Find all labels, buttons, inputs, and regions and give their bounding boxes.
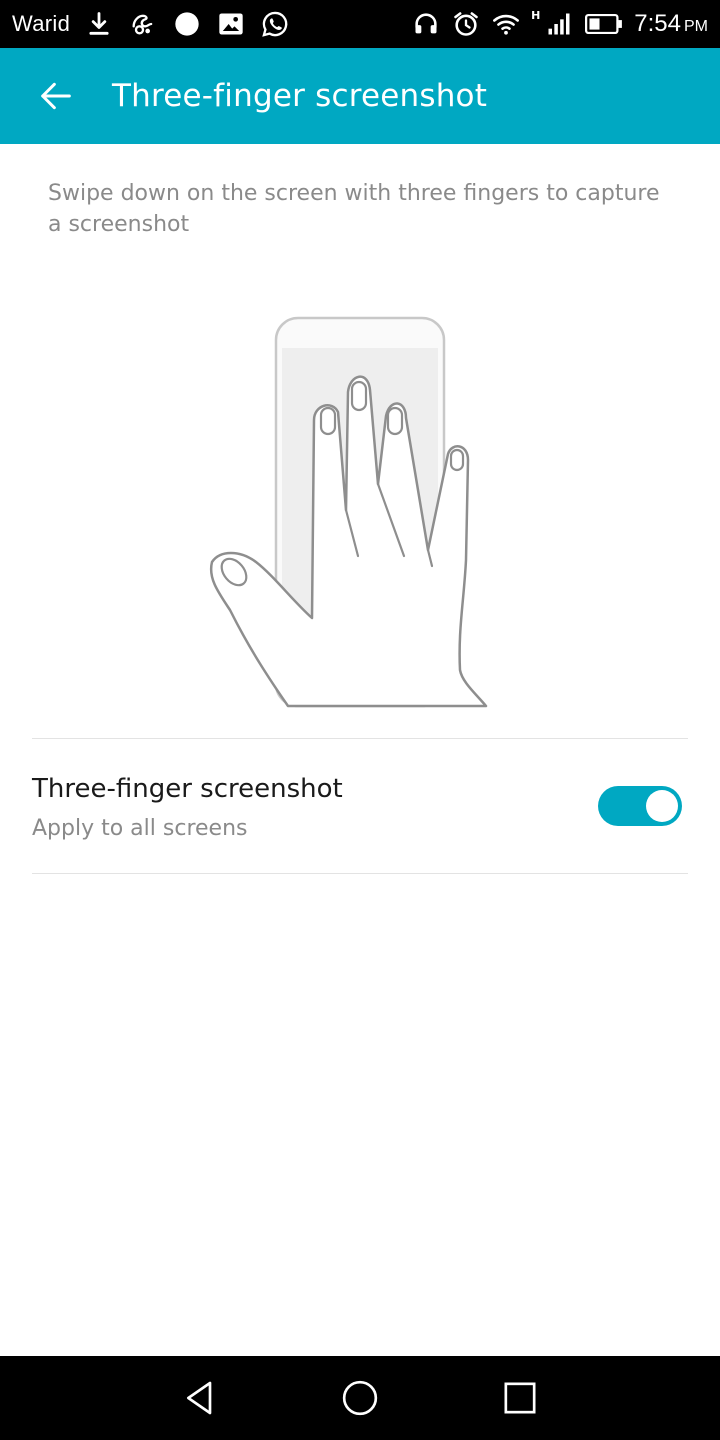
home-circle-icon: [342, 1380, 378, 1416]
setting-title: Three-finger screenshot: [32, 774, 343, 804]
nav-home-button[interactable]: [320, 1358, 400, 1438]
status-right: H 7:54 PM: [411, 9, 708, 39]
nav-back-button[interactable]: [160, 1358, 240, 1438]
status-left: Warid: [12, 9, 290, 39]
clock-time: 7:54: [634, 10, 681, 37]
screen: Warid H 7:54 PM Three-finger screenshot …: [0, 0, 720, 1440]
back-button[interactable]: [24, 64, 88, 128]
signal-icon: [544, 9, 574, 39]
arrow-left-icon: [41, 82, 71, 110]
hand-swipe-illustration: [200, 310, 520, 710]
wifi-icon: [491, 9, 521, 39]
back-triangle-icon: [187, 1381, 212, 1415]
battery-icon: [584, 9, 624, 39]
image-icon: [216, 9, 246, 39]
headset-icon: [411, 9, 441, 39]
divider-bottom: [32, 873, 688, 874]
carrier-name: Warid: [12, 11, 71, 36]
status-clock: 7:54 PM: [634, 10, 708, 38]
clock-ampm: PM: [684, 18, 708, 35]
navigation-bar: [0, 1356, 720, 1440]
whatsapp-icon: [260, 9, 290, 39]
app-bar: Three-finger screenshot: [0, 48, 720, 144]
download-icon: [84, 9, 114, 39]
page-title: Three-finger screenshot: [112, 78, 488, 114]
gesture-description: Swipe down on the screen with three fing…: [48, 181, 660, 237]
toggle-knob: [646, 790, 678, 822]
alarm-icon: [451, 9, 481, 39]
three-finger-screenshot-setting[interactable]: Three-finger screenshot Apply to all scr…: [32, 740, 688, 872]
circle-notification-icon: [172, 9, 202, 39]
setting-summary: Apply to all screens: [32, 816, 248, 841]
nav-recents-button[interactable]: [480, 1358, 560, 1438]
network-type-label: H: [531, 8, 541, 22]
three-finger-toggle[interactable]: [598, 786, 682, 826]
uc-browser-icon: [128, 9, 158, 39]
recents-square-icon: [504, 1382, 536, 1414]
divider-top: [32, 738, 688, 739]
status-bar: Warid H 7:54 PM: [0, 0, 720, 48]
